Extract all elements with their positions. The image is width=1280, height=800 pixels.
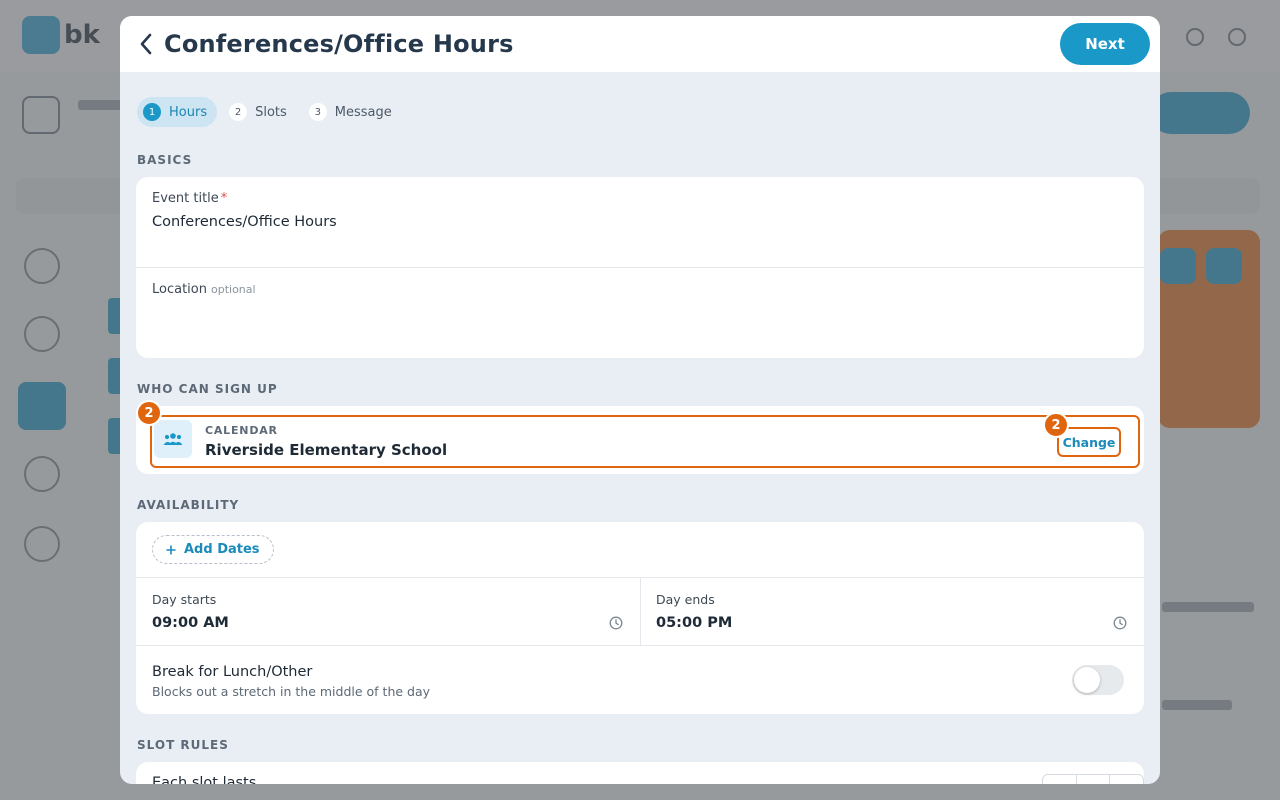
break-toggle[interactable]	[1072, 665, 1124, 695]
plus-icon	[166, 545, 176, 554]
day-starts-value: 09:00 AM	[152, 615, 229, 631]
location-field[interactable]	[152, 305, 1122, 345]
basics-card: Event title * Conferences/Office Hours Lo…	[136, 177, 1144, 358]
add-dates-label: Add Dates	[184, 542, 260, 557]
day-starts-label: Day starts	[152, 592, 217, 607]
step-number: 1	[143, 103, 161, 121]
stepper-segment[interactable]	[1110, 775, 1143, 784]
event-title-label: Event title *	[152, 191, 227, 206]
divider	[640, 578, 641, 645]
calendar-caption: CALENDAR	[205, 424, 278, 437]
stepper-segment[interactable]	[1043, 775, 1077, 784]
break-subtitle: Blocks out a stretch in the middle of th…	[152, 684, 431, 699]
clock-icon	[1113, 616, 1127, 630]
back-button[interactable]	[130, 28, 162, 60]
calendar-name: Riverside Elementary School	[205, 441, 448, 459]
divider	[136, 267, 1144, 268]
step-tabs: 1 Hours 2 Slots 3 Message	[137, 97, 402, 127]
divider	[136, 645, 1144, 646]
location-label: Location optional	[152, 282, 256, 297]
event-modal: Conferences/Office Hours Next 1 Hours 2 …	[120, 16, 1160, 784]
toggle-knob	[1074, 667, 1100, 693]
availability-section-label: AVAILABILITY	[137, 498, 240, 512]
location-label-text: Location	[152, 282, 207, 297]
chevron-left-icon	[140, 33, 152, 55]
slot-length-stepper[interactable]	[1042, 774, 1144, 784]
break-title: Break for Lunch/Other	[152, 664, 313, 680]
event-title-label-text: Event title	[152, 191, 219, 206]
optional-hint: optional	[210, 283, 256, 296]
modal-title: Conferences/Office Hours	[164, 30, 514, 58]
calendar-selector[interactable]: CALENDAR Riverside Elementary School Cha…	[150, 415, 1140, 468]
annotation-badge: 2	[1043, 412, 1069, 438]
stepper-segment[interactable]	[1077, 775, 1111, 784]
modal-header: Conferences/Office Hours Next	[120, 16, 1160, 72]
group-icon	[154, 420, 192, 458]
slot-rules-card: Each slot lasts	[136, 762, 1144, 784]
tab-slots[interactable]: 2 Slots	[223, 97, 297, 127]
tab-message[interactable]: 3 Message	[303, 97, 402, 127]
step-number: 3	[308, 103, 327, 121]
clock-icon	[609, 616, 623, 630]
annotation-badge: 2	[136, 400, 162, 426]
step-label: Slots	[255, 104, 287, 120]
step-label: Hours	[169, 104, 208, 120]
slot-rules-section-label: SLOT RULES	[137, 738, 229, 752]
day-ends-value: 05:00 PM	[656, 615, 733, 631]
event-title-field[interactable]: Conferences/Office Hours	[152, 214, 337, 230]
step-label: Message	[334, 104, 392, 120]
availability-card: Add Dates Day starts 09:00 AM Day ends 0…	[136, 522, 1144, 714]
required-mark: *	[220, 191, 228, 206]
step-number: 2	[229, 103, 248, 121]
basics-section-label: BASICS	[137, 153, 193, 167]
add-dates-button[interactable]: Add Dates	[152, 535, 274, 564]
day-ends-label: Day ends	[656, 592, 715, 607]
signup-section-label: WHO CAN SIGN UP	[137, 382, 278, 396]
each-slot-label: Each slot lasts	[152, 775, 257, 784]
next-button[interactable]: Next	[1060, 23, 1150, 65]
tab-hours[interactable]: 1 Hours	[137, 97, 218, 127]
